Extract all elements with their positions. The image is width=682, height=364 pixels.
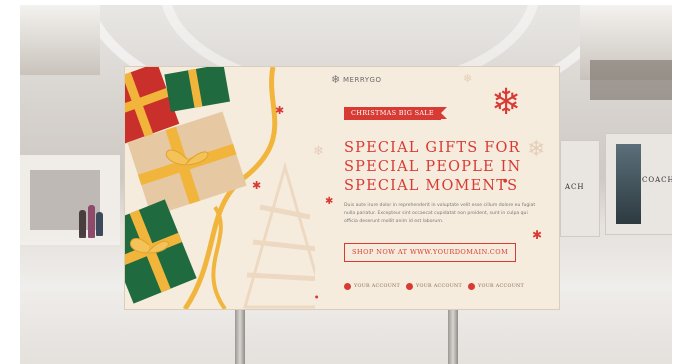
star-icon: ✱	[275, 104, 285, 117]
headline-line: SPECIAL PEOPLE IN	[344, 159, 522, 175]
social-label: YOUR ACCOUNT	[354, 284, 401, 289]
twitter-icon	[468, 283, 475, 290]
model-photo	[616, 144, 641, 224]
store-display-left: ACH	[560, 140, 600, 237]
snowflake-icon: ❄	[313, 144, 324, 159]
brand-name: MERRYGO	[343, 76, 382, 84]
snowflake-icon: ❄	[491, 82, 522, 123]
social-label: YOUR ACCOUNT	[478, 284, 525, 289]
snowflake-icon: ❄	[463, 72, 473, 85]
facebook-icon	[344, 283, 351, 290]
green-gift-bottom	[125, 199, 197, 304]
star-icon: ✱	[325, 196, 334, 207]
star-icon: ✱	[532, 228, 543, 242]
social-facebook[interactable]: YOUR ACCOUNT	[344, 283, 400, 291]
snowflake-icon: ❄	[527, 137, 546, 162]
shopper	[96, 212, 103, 236]
headline-line: SPECIAL GIFTS FOR	[344, 140, 521, 156]
green-gift-top	[164, 67, 231, 112]
shop-front	[590, 60, 672, 100]
social-twitter[interactable]: YOUR ACCOUNT	[468, 283, 524, 291]
store-display-right: COACH	[605, 133, 672, 235]
instagram-icon	[406, 283, 413, 290]
christmas-sale-poster: ❄ MERRYGO ❄ ❄ ❄ ❄ ✱ ✱ ✱ ✱ ● ● CHRISTMAS …	[125, 67, 559, 309]
headline: SPECIAL GIFTS FOR SPECIAL PEOPLE IN SPEC…	[344, 139, 521, 196]
star-icon: ✱	[252, 179, 262, 192]
snowflake-logo-icon: ❄	[331, 73, 341, 86]
body-text: Duis aute irure dolor in reprehenderit i…	[344, 203, 536, 224]
shop-now-cta[interactable]: SHOP NOW AT WWW.YOURDOMAIN.COM	[344, 243, 517, 262]
upper-balcony	[20, 5, 100, 75]
gifts-illustration	[125, 67, 315, 309]
star-icon: ●	[315, 294, 319, 299]
sale-tag: CHRISTMAS BIG SALE	[344, 107, 447, 120]
social-instagram[interactable]: YOUR ACCOUNT	[406, 283, 462, 291]
stand-leg-right	[448, 305, 458, 364]
store-sign: ACH	[565, 183, 585, 191]
store-sign: COACH	[642, 176, 672, 184]
stand-leg-left	[235, 305, 245, 364]
social-label: YOUR ACCOUNT	[416, 284, 463, 289]
headline-line: SPECIAL MOMENTS	[344, 178, 519, 194]
